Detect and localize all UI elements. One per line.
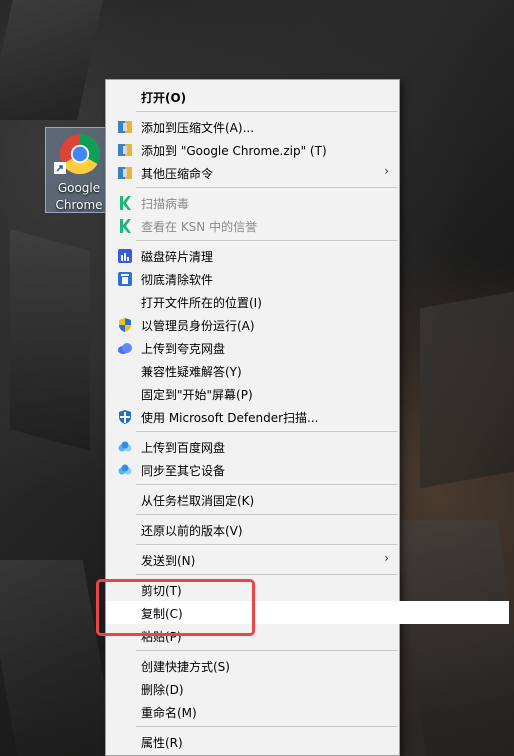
menu-item-label: 创建快捷方式(S): [141, 660, 230, 674]
context-menu: 打开(O) 添加到压缩文件(A)... 添加到 "Google Chrome.z…: [105, 79, 509, 756]
menu-item-label: 查看在 KSN 中的信誉: [141, 220, 258, 234]
background-shard: [10, 229, 90, 451]
menu-item-label: 发送到(N): [141, 554, 196, 568]
background-shard: [393, 520, 514, 756]
menu-item-open-file-location[interactable]: 打开文件所在的位置(I): [108, 290, 397, 313]
menu-item-scan-virus: 扫描病毒: [108, 191, 397, 214]
menu-separator: [136, 514, 397, 515]
desktop-icon-google-chrome[interactable]: Google Chrome: [45, 127, 113, 213]
kaspersky-icon: [120, 219, 131, 233]
menu-item-upload-baidu[interactable]: 上传到百度网盘: [108, 435, 397, 458]
desktop-icon-label: Google Chrome: [55, 181, 103, 212]
menu-item-label: 其他压缩命令: [141, 167, 214, 181]
menu-item-run-as-admin[interactable]: 以管理员身份运行(A): [108, 313, 397, 336]
menu-item-label: 固定到"开始"屏幕(P): [141, 388, 253, 402]
menu-item-unpin-taskbar[interactable]: 从任务栏取消固定(K): [108, 488, 397, 511]
background-shard: [0, 0, 103, 120]
menu-item-send-to[interactable]: 发送到(N) ›: [108, 548, 397, 571]
menu-item-disk-defrag[interactable]: 磁盘碎片清理: [108, 244, 397, 267]
menu-item-label: 添加到 "Google Chrome.zip" (T): [141, 144, 327, 158]
defender-icon: [119, 410, 131, 424]
archive-icon: [118, 121, 132, 133]
menu-item-label: 还原以前的版本(V): [141, 524, 243, 538]
menu-item-label: 删除(D): [141, 683, 184, 697]
menu-item-label: 以管理员身份运行(A): [141, 319, 255, 333]
menu-item-restore-previous[interactable]: 还原以前的版本(V): [108, 518, 397, 541]
menu-item-label: 打开(O): [141, 91, 187, 105]
baidu-cloud-icon: [118, 464, 132, 475]
menu-item-uninstall-software[interactable]: 彻底清除软件: [108, 267, 397, 290]
menu-separator: [136, 544, 397, 545]
menu-item-label: 使用 Microsoft Defender扫描...: [141, 411, 319, 425]
menu-item-upload-quark[interactable]: 上传到夸克网盘: [108, 336, 397, 359]
menu-separator: [136, 111, 397, 112]
menu-item-other-compress-commands[interactable]: 其他压缩命令 ›: [108, 161, 397, 184]
uninstall-icon: [118, 272, 132, 286]
uac-shield-icon: [119, 318, 131, 332]
baidu-cloud-icon: [118, 441, 132, 452]
menu-item-ksn-reputation: 查看在 KSN 中的信誉: [108, 214, 397, 237]
menu-separator: [136, 574, 397, 575]
menu-separator: [136, 726, 397, 727]
menu-item-compat-troubleshoot[interactable]: 兼容性疑难解答(Y): [108, 359, 397, 382]
archive-icon: [118, 167, 132, 179]
menu-item-label: 同步至其它设备: [141, 464, 226, 478]
chevron-right-icon: ›: [384, 164, 389, 178]
chevron-right-icon: ›: [384, 551, 389, 565]
menu-item-label: 彻底清除软件: [141, 273, 214, 287]
menu-item-sync-devices[interactable]: 同步至其它设备: [108, 458, 397, 481]
menu-item-add-to-archive[interactable]: 添加到压缩文件(A)...: [108, 115, 397, 138]
menu-item-defender-scan[interactable]: 使用 Microsoft Defender扫描...: [108, 405, 397, 428]
menu-item-label: 添加到压缩文件(A)...: [141, 121, 255, 135]
menu-item-delete[interactable]: 删除(D): [108, 677, 397, 700]
menu-item-label: 属性(R): [141, 736, 183, 750]
menu-item-label: 兼容性疑难解答(Y): [141, 365, 242, 379]
menu-separator: [136, 484, 397, 485]
quark-cloud-icon: [118, 343, 132, 354]
menu-item-label: 从任务栏取消固定(K): [141, 494, 255, 508]
menu-item-label: 上传到百度网盘: [141, 441, 226, 455]
menu-item-create-shortcut[interactable]: 创建快捷方式(S): [108, 654, 397, 677]
menu-separator: [136, 650, 397, 651]
menu-item-label: 扫描病毒: [141, 197, 190, 211]
menu-item-open[interactable]: 打开(O): [108, 85, 397, 108]
shortcut-arrow-icon: [54, 162, 66, 174]
menu-item-label: 磁盘碎片清理: [141, 250, 214, 264]
menu-item-rename[interactable]: 重命名(M): [108, 700, 397, 723]
menu-separator: [136, 187, 397, 188]
background-shard: [420, 291, 514, 489]
menu-separator: [136, 431, 397, 432]
menu-item-label: 重命名(M): [141, 706, 197, 720]
menu-item-add-to-zip[interactable]: 添加到 "Google Chrome.zip" (T): [108, 138, 397, 161]
menu-item-label: 打开文件所在的位置(I): [141, 296, 262, 310]
annotation-highlight-box: [96, 579, 255, 636]
disk-cleanup-icon: [118, 249, 132, 263]
archive-icon: [118, 144, 132, 156]
menu-item-properties[interactable]: 属性(R): [108, 730, 397, 753]
menu-separator: [136, 240, 397, 241]
menu-item-label: 上传到夸克网盘: [141, 342, 226, 356]
menu-item-pin-to-start[interactable]: 固定到"开始"屏幕(P): [108, 382, 397, 405]
kaspersky-icon: [120, 196, 131, 210]
